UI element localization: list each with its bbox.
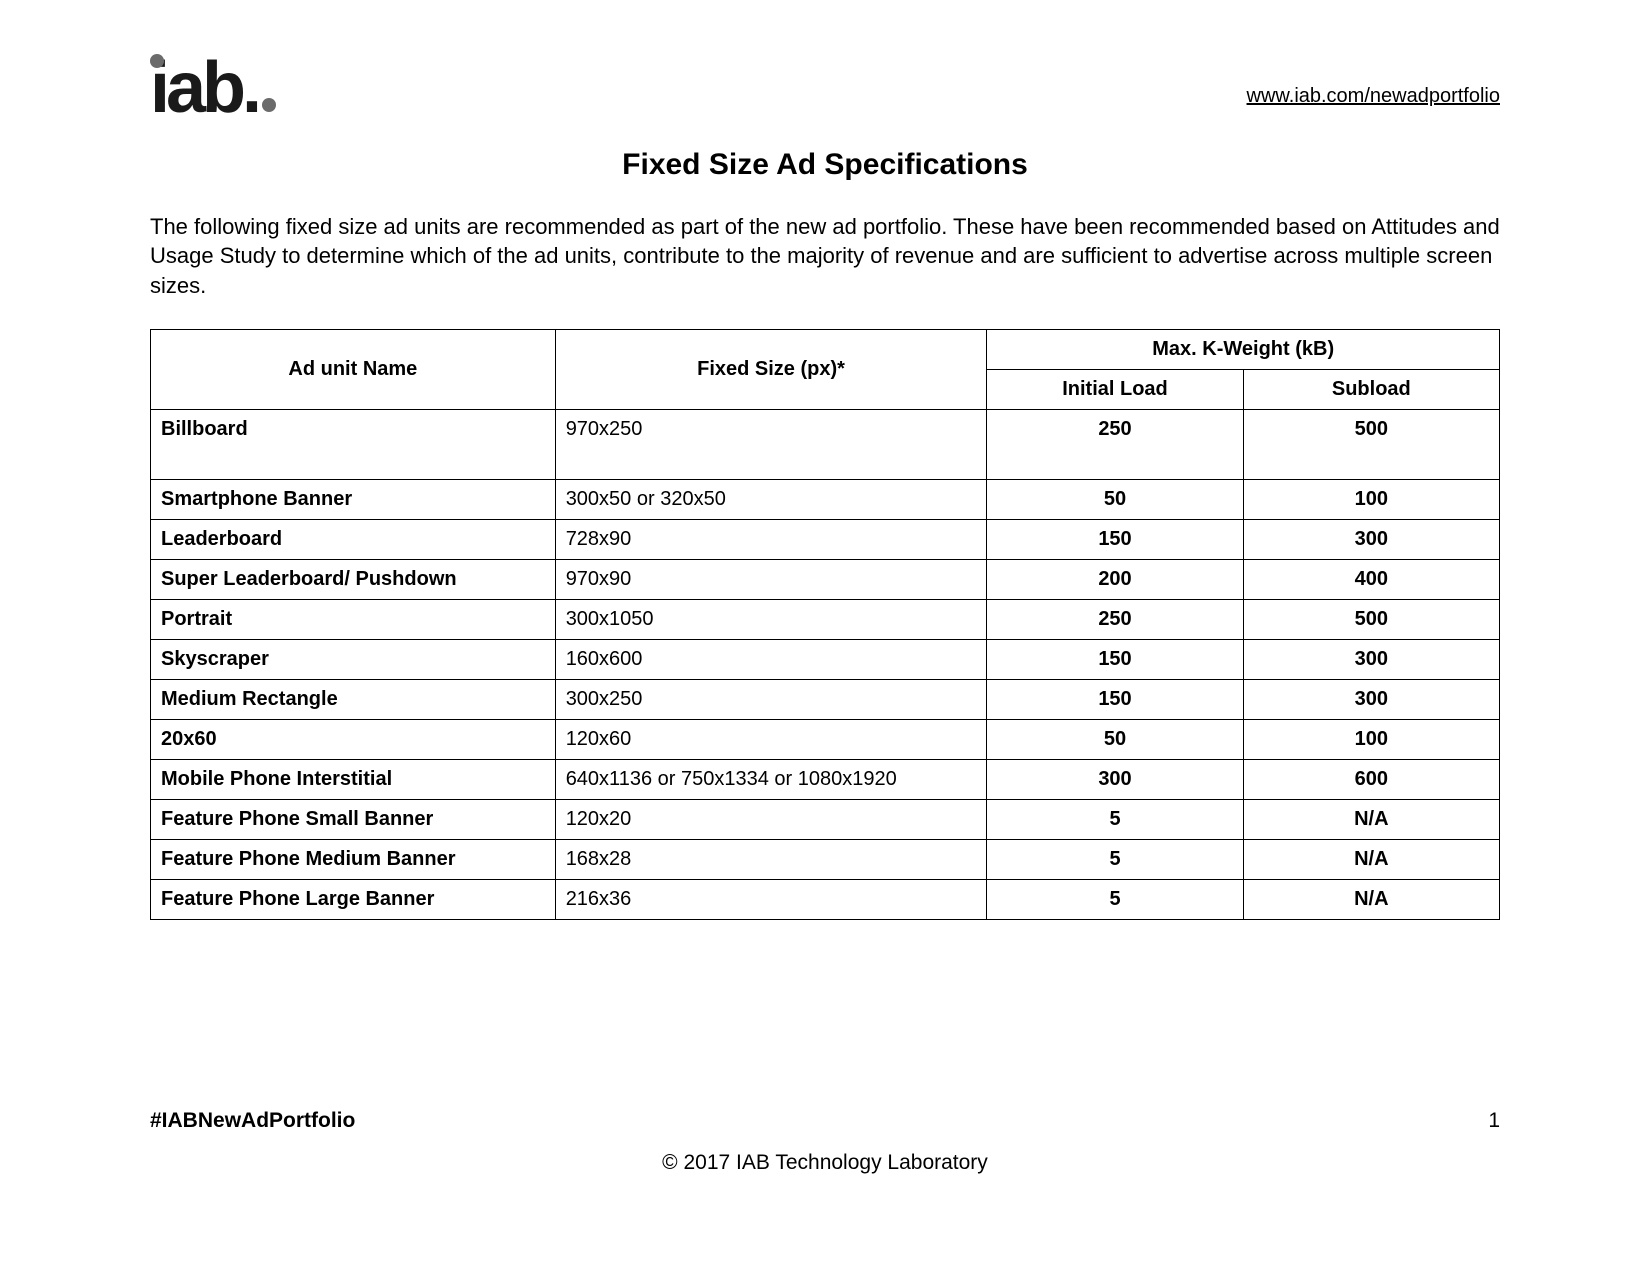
table-row: Skyscraper160x600150300 bbox=[151, 639, 1500, 679]
table-row: Super Leaderboard/ Pushdown970x90200400 bbox=[151, 559, 1500, 599]
iab-logo: iab. bbox=[150, 60, 276, 118]
cell-initial-load: 5 bbox=[987, 799, 1243, 839]
cell-initial-load: 250 bbox=[987, 409, 1243, 479]
table-row: Mobile Phone Interstitial640x1136 or 750… bbox=[151, 759, 1500, 799]
th-subload: Subload bbox=[1243, 369, 1499, 409]
cell-initial-load: 150 bbox=[987, 519, 1243, 559]
table-row: Feature Phone Small Banner120x205N/A bbox=[151, 799, 1500, 839]
cell-fixed-size: 160x600 bbox=[555, 639, 987, 679]
footer-hashtag: #IABNewAdPortfolio bbox=[150, 1109, 355, 1133]
th-fixed-size: Fixed Size (px)* bbox=[555, 329, 987, 409]
cell-subload: 500 bbox=[1243, 599, 1499, 639]
table-row: Medium Rectangle300x250150300 bbox=[151, 679, 1500, 719]
cell-fixed-size: 120x20 bbox=[555, 799, 987, 839]
cell-initial-load: 50 bbox=[987, 719, 1243, 759]
th-ad-unit-name: Ad unit Name bbox=[151, 329, 556, 409]
cell-subload: 600 bbox=[1243, 759, 1499, 799]
cell-ad-unit-name: Mobile Phone Interstitial bbox=[151, 759, 556, 799]
cell-fixed-size: 970x250 bbox=[555, 409, 987, 479]
cell-subload: 300 bbox=[1243, 519, 1499, 559]
table-row: 20x60120x6050100 bbox=[151, 719, 1500, 759]
cell-subload: 100 bbox=[1243, 719, 1499, 759]
cell-subload: 300 bbox=[1243, 679, 1499, 719]
cell-fixed-size: 728x90 bbox=[555, 519, 987, 559]
portfolio-link[interactable]: www.iab.com/newadportfolio bbox=[1247, 85, 1500, 118]
cell-ad-unit-name: Billboard bbox=[151, 409, 556, 479]
logo-text: iab. bbox=[150, 48, 258, 128]
cell-fixed-size: 300x250 bbox=[555, 679, 987, 719]
cell-initial-load: 5 bbox=[987, 839, 1243, 879]
page-number: 1 bbox=[1488, 1109, 1500, 1133]
table-row: Smartphone Banner300x50 or 320x5050100 bbox=[151, 479, 1500, 519]
cell-subload: 300 bbox=[1243, 639, 1499, 679]
cell-ad-unit-name: 20x60 bbox=[151, 719, 556, 759]
cell-subload: N/A bbox=[1243, 879, 1499, 919]
cell-ad-unit-name: Medium Rectangle bbox=[151, 679, 556, 719]
cell-initial-load: 150 bbox=[987, 639, 1243, 679]
cell-ad-unit-name: Smartphone Banner bbox=[151, 479, 556, 519]
cell-fixed-size: 970x90 bbox=[555, 559, 987, 599]
page-title: Fixed Size Ad Specifications bbox=[150, 148, 1500, 182]
cell-ad-unit-name: Super Leaderboard/ Pushdown bbox=[151, 559, 556, 599]
cell-subload: 400 bbox=[1243, 559, 1499, 599]
cell-fixed-size: 216x36 bbox=[555, 879, 987, 919]
cell-fixed-size: 300x50 or 320x50 bbox=[555, 479, 987, 519]
table-row: Leaderboard728x90150300 bbox=[151, 519, 1500, 559]
cell-ad-unit-name: Feature Phone Medium Banner bbox=[151, 839, 556, 879]
cell-fixed-size: 640x1136 or 750x1334 or 1080x1920 bbox=[555, 759, 987, 799]
cell-subload: 500 bbox=[1243, 409, 1499, 479]
table-row: Portrait300x1050250500 bbox=[151, 599, 1500, 639]
ad-spec-table: Ad unit Name Fixed Size (px)* Max. K-Wei… bbox=[150, 329, 1500, 920]
cell-initial-load: 150 bbox=[987, 679, 1243, 719]
intro-paragraph: The following fixed size ad units are re… bbox=[150, 212, 1500, 301]
cell-subload: N/A bbox=[1243, 799, 1499, 839]
cell-ad-unit-name: Feature Phone Small Banner bbox=[151, 799, 556, 839]
cell-initial-load: 5 bbox=[987, 879, 1243, 919]
cell-ad-unit-name: Skyscraper bbox=[151, 639, 556, 679]
table-row: Feature Phone Large Banner216x365N/A bbox=[151, 879, 1500, 919]
cell-initial-load: 300 bbox=[987, 759, 1243, 799]
table-row: Billboard970x250250500 bbox=[151, 409, 1500, 479]
cell-initial-load: 250 bbox=[987, 599, 1243, 639]
cell-subload: N/A bbox=[1243, 839, 1499, 879]
footer: #IABNewAdPortfolio 1 © 2017 IAB Technolo… bbox=[150, 1109, 1500, 1175]
table-row: Feature Phone Medium Banner168x285N/A bbox=[151, 839, 1500, 879]
cell-fixed-size: 120x60 bbox=[555, 719, 987, 759]
cell-initial-load: 50 bbox=[987, 479, 1243, 519]
cell-initial-load: 200 bbox=[987, 559, 1243, 599]
cell-ad-unit-name: Leaderboard bbox=[151, 519, 556, 559]
logo-dot-icon bbox=[150, 54, 164, 68]
cell-ad-unit-name: Feature Phone Large Banner bbox=[151, 879, 556, 919]
cell-fixed-size: 168x28 bbox=[555, 839, 987, 879]
cell-fixed-size: 300x1050 bbox=[555, 599, 987, 639]
cell-ad-unit-name: Portrait bbox=[151, 599, 556, 639]
footer-copyright: © 2017 IAB Technology Laboratory bbox=[150, 1151, 1500, 1175]
th-initial-load: Initial Load bbox=[987, 369, 1243, 409]
header: iab. www.iab.com/newadportfolio bbox=[150, 60, 1500, 118]
logo-dot-icon bbox=[262, 98, 276, 112]
th-max-kweight: Max. K-Weight (kB) bbox=[987, 329, 1500, 369]
cell-subload: 100 bbox=[1243, 479, 1499, 519]
